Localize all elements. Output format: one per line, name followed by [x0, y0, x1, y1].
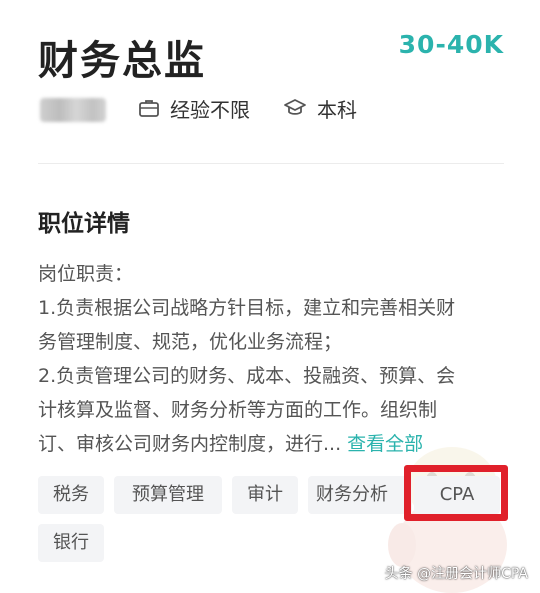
tag-financial-analysis[interactable]: 财务分析	[308, 476, 412, 514]
salary-range: 30-40K	[398, 30, 504, 59]
tag-bank[interactable]: 银行	[38, 524, 104, 562]
tag-tax[interactable]: 税务	[38, 476, 104, 514]
description-line-truncated: 订、审核公司财务内控制度，进行... 查看全部	[38, 427, 508, 461]
description-line: 岗位职责：	[38, 263, 134, 285]
see-all-link[interactable]: 查看全部	[347, 433, 423, 455]
company-info-blurred	[40, 96, 106, 124]
tag-audit[interactable]: 审计	[232, 476, 298, 514]
watermark-text: 头条 @注册会计师CPA	[384, 566, 528, 582]
education-label: 本科	[317, 97, 357, 122]
description-line: 1.负责根据公司战略方针目标，建立和完善相关财	[38, 297, 456, 319]
experience-label: 经验不限	[170, 97, 250, 122]
job-description: 岗位职责： 1.负责根据公司战略方针目标，建立和完善相关财 务管理制度、规范，优…	[38, 257, 508, 461]
highlight-annotation-box	[404, 465, 508, 521]
tag-budget-management[interactable]: 预算管理	[114, 476, 222, 514]
description-text: 订、审核公司财务内控制度，进行...	[38, 433, 342, 455]
description-line: 务管理制度、规范，优化业务流程；	[38, 331, 343, 353]
description-line: 2.负责管理公司的财务、成本、投融资、预算、会	[38, 365, 456, 387]
description-line: 计核算及监督、财务分析等方面的工作。组织制	[38, 399, 438, 421]
experience-requirement: 经验不限	[138, 94, 250, 122]
blurred-text	[40, 98, 106, 122]
divider	[38, 163, 504, 164]
section-heading: 职位详情	[38, 211, 130, 237]
job-title: 财务总监	[38, 38, 206, 84]
briefcase-icon	[139, 100, 159, 117]
graduation-cap-icon	[284, 99, 306, 115]
education-requirement: 本科	[283, 94, 357, 122]
